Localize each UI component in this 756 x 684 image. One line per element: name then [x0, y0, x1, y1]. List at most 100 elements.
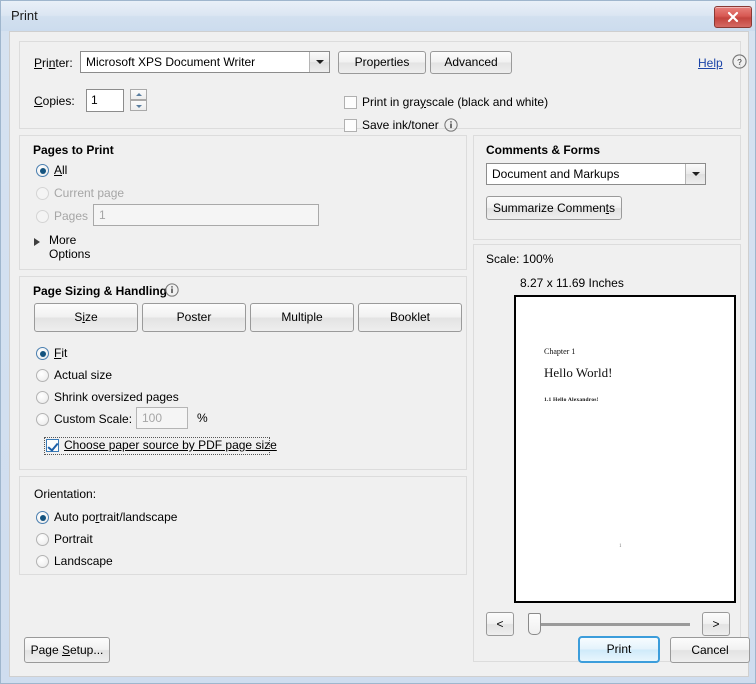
close-icon [727, 11, 739, 23]
document-chapter-label: Chapter 1 [544, 347, 576, 356]
close-button[interactable] [714, 6, 752, 28]
printer-dropdown-arrow[interactable] [309, 52, 329, 72]
radio-landscape[interactable] [36, 555, 49, 568]
pages-to-print-title: Pages to Print [33, 143, 114, 157]
document-section-heading: 1.1 Hello Alexandros! [544, 397, 599, 403]
booklet-button[interactable]: Booklet [358, 303, 462, 332]
radio-landscape-label: Landscape [54, 554, 113, 568]
radio-actual-size-label: Actual size [54, 368, 113, 382]
pages-to-print-group: Pages to Print All Current page Pages 1 … [19, 135, 467, 270]
info-circle-icon[interactable] [444, 118, 458, 132]
cancel-button[interactable]: Cancel [670, 637, 750, 663]
print-button-label: Print [606, 642, 632, 656]
copies-value: 1 [91, 93, 98, 107]
copies-decrement-button[interactable] [130, 100, 147, 111]
radio-fit-label: Fit [54, 346, 68, 360]
multiple-button-label: Multiple [281, 310, 323, 324]
advanced-button[interactable]: Advanced [430, 51, 512, 74]
chevron-down-icon [315, 60, 324, 64]
next-page-label: > [712, 617, 720, 631]
advanced-button-label: Advanced [444, 55, 498, 69]
orientation-group: Orientation: Auto portrait/landscape Por… [19, 476, 467, 575]
summarize-comments-label: Summarize Comments [492, 201, 616, 215]
percent-symbol: % [197, 411, 208, 425]
radio-pages[interactable] [36, 210, 49, 223]
page-setup-button[interactable]: Page Setup... [24, 637, 110, 663]
radio-actual-size[interactable] [36, 369, 49, 382]
comments-dropdown-arrow[interactable] [685, 164, 705, 184]
orientation-title: Orientation: [34, 487, 97, 501]
chevron-right-icon [34, 238, 40, 246]
size-button-label: Size [74, 310, 98, 324]
preview-paper-dimensions: 8.27 x 11.69 Inches [520, 276, 624, 290]
radio-auto-orientation-label: Auto portrait/landscape [54, 510, 178, 524]
previous-page-label: < [496, 617, 504, 631]
radio-current-page[interactable] [36, 187, 49, 200]
radio-pages-label: Pages [54, 209, 89, 223]
svg-text:?: ? [737, 57, 742, 67]
radio-custom-scale-label: Custom Scale: [54, 412, 133, 426]
window-title: Print [11, 8, 38, 23]
radio-portrait-label: Portrait [54, 532, 93, 546]
custom-scale-input[interactable]: 100 [136, 407, 188, 429]
printer-group: Printer: Microsoft XPS Document Writer P… [19, 41, 747, 132]
comments-and-forms-group: Comments & Forms Document and Markups Su… [473, 135, 741, 240]
summarize-comments-button[interactable]: Summarize Comments [486, 196, 622, 220]
print-preview-group: Scale: 100% 8.27 x 11.69 Inches Chapter … [473, 244, 741, 662]
copies-label: Copies: [34, 94, 75, 108]
grayscale-checkbox[interactable] [344, 96, 357, 109]
page-setup-label: Page Setup... [30, 643, 104, 657]
print-button[interactable]: Print [578, 636, 660, 663]
printer-label: Printer: [34, 56, 73, 70]
copies-input[interactable]: 1 [86, 89, 124, 112]
save-ink-checkbox[interactable] [344, 119, 357, 132]
more-options-label: More Options [49, 233, 91, 261]
help-link[interactable]: Help [698, 56, 723, 70]
radio-all[interactable] [36, 164, 49, 177]
properties-button-label: Properties [354, 55, 410, 69]
info-circle-icon[interactable] [165, 283, 179, 297]
pages-range-input[interactable]: 1 [93, 204, 319, 226]
document-page-number: 1 [619, 544, 622, 549]
radio-shrink-oversized[interactable] [36, 391, 49, 404]
cancel-button-label: Cancel [691, 643, 729, 657]
radio-current-page-label: Current page [54, 186, 125, 200]
help-circle-icon[interactable]: ? [732, 54, 747, 69]
copies-stepper[interactable] [130, 89, 147, 112]
previous-page-button[interactable]: < [486, 612, 514, 636]
multiple-button[interactable]: Multiple [250, 303, 354, 332]
caret-up-icon [135, 92, 142, 96]
next-page-button[interactable]: > [702, 612, 730, 636]
radio-auto-orientation[interactable] [36, 511, 49, 524]
preview-scale-text: Scale: 100% [486, 252, 554, 266]
radio-shrink-oversized-label: Shrink oversized pages [54, 390, 179, 404]
comments-forms-selected-value: Document and Markups [492, 167, 620, 181]
save-ink-label: Save ink/toner [362, 118, 439, 132]
radio-custom-scale[interactable] [36, 413, 49, 426]
radio-fit[interactable] [36, 347, 49, 360]
printer-select[interactable]: Microsoft XPS Document Writer [80, 51, 330, 73]
size-button[interactable]: Size [34, 303, 138, 332]
grayscale-label: Print in grayscale (black and white) [362, 95, 549, 109]
page-preview-canvas: Chapter 1 Hello World! 1.1 Hello Alexand… [514, 295, 736, 603]
poster-button[interactable]: Poster [142, 303, 246, 332]
radio-portrait[interactable] [36, 533, 49, 546]
poster-button-label: Poster [176, 310, 212, 324]
properties-button[interactable]: Properties [338, 51, 426, 74]
copies-increment-button[interactable] [130, 89, 147, 100]
paper-source-checkbox[interactable] [46, 439, 59, 452]
paper-source-label: Choose paper source by PDF page size [64, 438, 277, 452]
page-slider-thumb[interactable] [528, 613, 541, 635]
custom-scale-value: 100 [142, 411, 163, 425]
printer-selected-value: Microsoft XPS Document Writer [86, 55, 256, 69]
print-dialog: Print Printer: Microsoft XPS Document Wr… [0, 0, 756, 684]
page-slider-track[interactable] [530, 623, 690, 626]
page-sizing-title: Page Sizing & Handling [33, 284, 168, 298]
radio-all-label: All [54, 163, 68, 177]
pages-range-value: 1 [99, 208, 106, 222]
comments-and-forms-title: Comments & Forms [486, 143, 601, 157]
page-sizing-group: Page Sizing & Handling Size Poster Multi… [19, 276, 467, 470]
booklet-button-label: Booklet [389, 310, 431, 324]
comments-forms-select[interactable]: Document and Markups [486, 163, 706, 185]
document-heading: Hello World! [544, 365, 613, 380]
